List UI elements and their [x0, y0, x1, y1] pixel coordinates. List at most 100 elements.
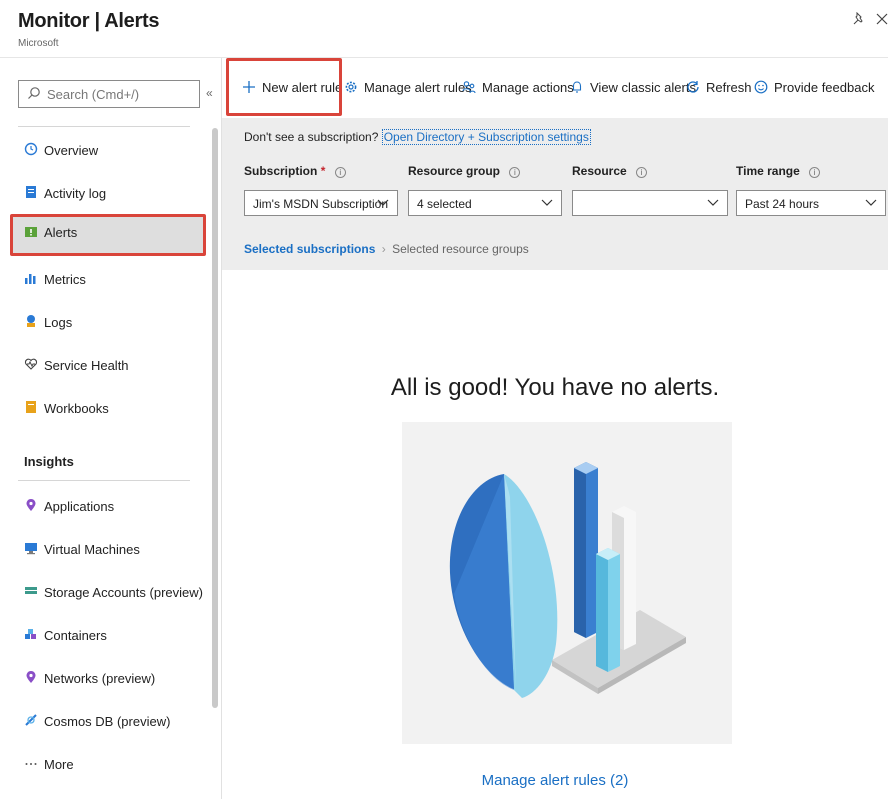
manage-alert-rules-link[interactable]: Manage alert rules (2) — [222, 772, 888, 789]
sidebar-item-containers[interactable]: Containers — [10, 617, 206, 653]
sidebar-item-cosmos-db[interactable]: Cosmos DB (preview) — [10, 703, 206, 739]
search-placeholder: Search (Cmd+/) — [47, 87, 140, 102]
collapse-sidebar-button[interactable]: « — [206, 86, 213, 100]
manage-actions-button[interactable]: Manage actions — [462, 80, 574, 95]
empty-state-illustration — [402, 422, 732, 744]
people-icon — [462, 81, 476, 94]
subscription-notice: Don't see a subscription? Open Directory… — [244, 129, 591, 145]
chevron-down-icon — [707, 199, 719, 206]
sidebar-item-service-health[interactable]: Service Health — [10, 347, 206, 383]
metrics-icon — [25, 274, 36, 284]
subscription-label-text: Subscription — [244, 164, 318, 178]
sidebar-item-applications[interactable]: Applications — [10, 488, 206, 524]
sidebar-item-label: Activity log — [44, 186, 107, 201]
sidebar-item-label: Virtual Machines — [44, 542, 140, 557]
overview-icon — [24, 142, 38, 156]
sidebar-item-label: Alerts — [44, 225, 78, 240]
gear-icon — [345, 81, 357, 93]
close-icon[interactable] — [876, 12, 888, 28]
info-icon[interactable]: i — [334, 167, 346, 178]
subscription-dropdown[interactable]: Jim's MSDN Subscription — [244, 190, 398, 216]
chevron-right-icon: › — [381, 242, 386, 256]
sidebar-item-overview[interactable]: Overview — [10, 132, 206, 168]
sidebar-item-logs[interactable]: Logs — [10, 304, 206, 340]
provide-feedback-label: Provide feedback — [774, 80, 875, 95]
refresh-button[interactable]: Refresh — [686, 80, 752, 95]
networks-icon — [26, 671, 36, 683]
manage-alert-rules-button[interactable]: Manage alert rules — [344, 80, 472, 95]
alerts-icon — [25, 227, 37, 237]
sidebar-item-label: Networks (preview) — [44, 671, 156, 686]
time-range-dropdown[interactable]: Past 24 hours — [736, 190, 886, 216]
sidebar-item-storage-accounts[interactable]: Storage Accounts (preview) — [10, 574, 206, 610]
notice-text: Don't see a subscription? — [244, 130, 379, 144]
sidebar-item-label: Containers — [44, 628, 107, 643]
sidebar-item-virtual-machines[interactable]: Virtual Machines — [10, 531, 206, 567]
subscription-value: Jim's MSDN Subscription — [253, 197, 388, 211]
resource-group-label-text: Resource group — [408, 164, 501, 178]
cosmos-db-icon — [25, 714, 37, 726]
workbooks-icon — [26, 401, 36, 413]
sidebar-item-label: Logs — [44, 315, 73, 330]
search-icon — [28, 87, 40, 99]
divider — [18, 480, 190, 481]
more-icon — [25, 763, 37, 765]
required-marker: * — [320, 164, 326, 178]
sidebar-item-label: More — [44, 757, 74, 772]
page-subtitle: Microsoft — [18, 38, 59, 49]
sidebar-item-activity-log[interactable]: Activity log — [10, 175, 206, 211]
sidebar-scrollbar[interactable] — [212, 128, 218, 708]
resource-dropdown[interactable] — [572, 190, 728, 216]
subscription-label: Subscription * i — [244, 164, 346, 178]
manage-alert-rules-label: Manage alert rules — [364, 80, 472, 95]
blade-header: Monitor | Alerts Microsoft — [0, 0, 888, 58]
time-range-label-text: Time range — [736, 164, 800, 178]
breadcrumb-selected-resource-groups[interactable]: Selected resource groups — [392, 242, 529, 256]
sidebar-item-label: Workbooks — [44, 401, 109, 416]
filter-panel: Don't see a subscription? Open Directory… — [222, 118, 888, 270]
logs-icon — [27, 315, 35, 327]
info-icon[interactable]: i — [636, 167, 648, 178]
divider — [18, 126, 190, 127]
resource-group-label: Resource group i — [408, 164, 521, 178]
directory-subscription-settings-link[interactable]: Open Directory + Subscription settings — [381, 129, 591, 145]
provide-feedback-button[interactable]: Provide feedback — [754, 80, 874, 95]
sidebar-item-more[interactable]: More — [10, 746, 206, 782]
sidebar-item-workbooks[interactable]: Workbooks — [10, 390, 206, 426]
storage-accounts-icon — [25, 587, 37, 594]
time-range-label: Time range i — [736, 164, 821, 178]
pie-and-bars-illustration — [449, 462, 686, 698]
sidebar-item-label: Storage Accounts (preview) — [44, 585, 203, 600]
sidebar-item-label: Metrics — [44, 272, 86, 287]
bell-icon — [572, 81, 582, 93]
refresh-label: Refresh — [706, 80, 752, 95]
search-input[interactable]: Search (Cmd+/) — [18, 80, 200, 108]
smiley-icon — [754, 80, 768, 94]
resource-group-value: 4 selected — [417, 197, 472, 211]
applications-icon — [26, 499, 36, 511]
sidebar-item-label: Cosmos DB (preview) — [44, 714, 171, 729]
sidebar-item-label: Service Health — [44, 358, 129, 373]
manage-actions-label: Manage actions — [482, 80, 574, 95]
info-icon[interactable]: i — [809, 167, 821, 178]
resource-label-text: Resource — [572, 164, 627, 178]
service-health-icon — [24, 358, 38, 370]
sidebar-item-label: Applications — [44, 499, 115, 514]
sidebar-item-label: Overview — [44, 143, 99, 158]
pin-icon[interactable] — [852, 11, 866, 29]
empty-state-title: All is good! You have no alerts. — [390, 374, 720, 401]
refresh-icon — [687, 81, 699, 93]
chevron-down-icon — [541, 199, 553, 206]
info-icon[interactable]: i — [509, 167, 521, 178]
sidebar-item-alerts[interactable]: Alerts — [10, 214, 206, 256]
time-range-value: Past 24 hours — [745, 197, 820, 211]
resource-label: Resource i — [572, 164, 648, 178]
sidebar-item-metrics[interactable]: Metrics — [10, 261, 206, 297]
chevron-down-icon — [377, 199, 389, 206]
sidebar-item-networks[interactable]: Networks (preview) — [10, 660, 206, 696]
view-classic-alerts-label: View classic alerts — [590, 80, 696, 95]
new-alert-rule-highlight — [226, 58, 342, 116]
breadcrumb-selected-subscriptions[interactable]: Selected subscriptions — [244, 242, 375, 256]
view-classic-alerts-button[interactable]: View classic alerts — [570, 80, 696, 95]
resource-group-dropdown[interactable]: 4 selected — [408, 190, 562, 216]
